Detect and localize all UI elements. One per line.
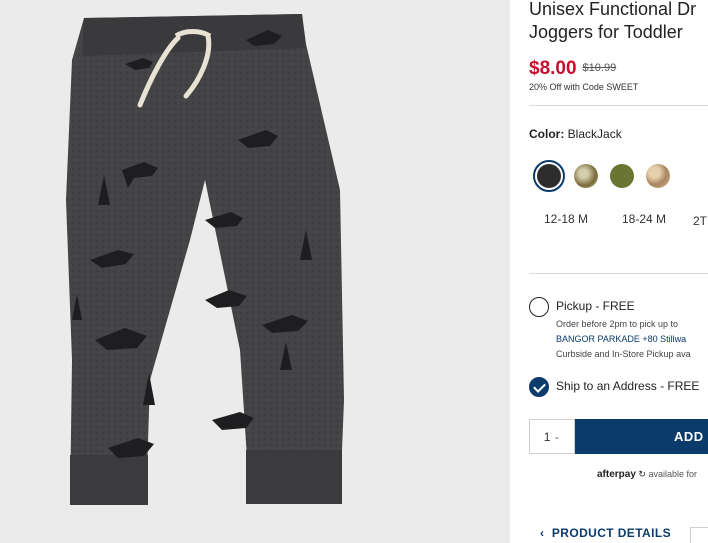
price-row: $8.00 $10.99 xyxy=(529,58,616,80)
sale-price: $8.00 xyxy=(529,58,577,79)
swatch-fill xyxy=(574,164,598,188)
color-label-value: BlackJack xyxy=(567,127,622,141)
pickup-store-link[interactable]: BANGOR PARKADE +80 Stillwa xyxy=(556,334,686,344)
size-option-2t[interactable]: 2T xyxy=(693,214,707,228)
product-details-toggle[interactable] xyxy=(690,527,708,543)
color-label-key: Color: xyxy=(529,127,565,141)
divider xyxy=(529,105,708,106)
color-label: Color: BlackJack xyxy=(529,127,622,141)
ship-label: Ship to an Address - FREE xyxy=(556,379,700,393)
original-price: $10.99 xyxy=(582,62,617,74)
swatch-olive[interactable] xyxy=(610,164,634,188)
size-option-18-24m[interactable]: 18-24 M xyxy=(622,212,666,226)
promo-text: 20% Off with Code SWEET xyxy=(529,82,639,92)
product-title-line2: Joggers for Toddler xyxy=(529,22,683,42)
pickup-radio[interactable] xyxy=(529,297,549,317)
product-title-line1: Unisex Functional Dr xyxy=(529,0,697,19)
product-details-label: PRODUCT DETAILS xyxy=(551,526,671,540)
swatch-fill xyxy=(646,164,670,188)
swatch-fill xyxy=(537,164,561,188)
product-image[interactable] xyxy=(0,0,510,543)
pickup-label: Pickup - FREE xyxy=(556,299,635,313)
chevron-down-icon: ⌄ xyxy=(553,432,561,441)
swatch-camo[interactable] xyxy=(646,164,670,188)
product-detail-panel: Unisex Functional Dr Joggers for Toddler… xyxy=(510,0,708,543)
divider xyxy=(529,273,708,274)
size-option-12-18m[interactable]: 12-18 M xyxy=(544,212,588,226)
product-details-link[interactable]: ‹ PRODUCT DETAILS xyxy=(540,526,671,540)
afterpay-text: available for xyxy=(648,469,697,479)
quantity-value: 1 xyxy=(543,429,551,444)
pickup-subnote: Curbside and In-Store Pickup ava xyxy=(556,349,691,359)
swatch-dino-tan[interactable] xyxy=(574,164,598,188)
afterpay-logo: afterpay xyxy=(597,469,636,480)
quantity-select[interactable]: 1 ⌄ xyxy=(529,419,575,454)
chevron-left-icon: ‹ xyxy=(540,526,552,540)
ship-radio[interactable] xyxy=(529,377,549,397)
swatch-blackjack[interactable] xyxy=(533,160,565,192)
swatch-fill xyxy=(610,164,634,188)
product-title: Unisex Functional Dr Joggers for Toddler xyxy=(529,0,708,44)
add-to-bag-button[interactable]: ADD xyxy=(575,419,708,454)
afterpay-arrow-icon: ↻ xyxy=(635,469,649,479)
pickup-note: Order before 2pm to pick up to xyxy=(556,319,679,329)
product-image-joggers xyxy=(66,14,344,505)
afterpay-info: afterpay ↻ available for xyxy=(597,469,697,480)
